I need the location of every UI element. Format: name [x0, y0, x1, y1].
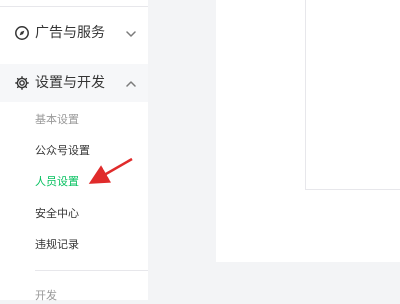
nav-group-label: 广告与服务 — [35, 25, 105, 41]
red-arrow-annotation — [88, 157, 133, 184]
chevron-down-icon — [124, 26, 138, 40]
gear-icon — [14, 75, 30, 91]
nav-group-label: 设置与开发 — [35, 75, 105, 91]
sidebar-item-account-settings[interactable]: 公众号设置 — [35, 143, 90, 159]
nav-group-settings-and-development[interactable]: 设置与开发 — [0, 64, 148, 102]
chevron-up-icon — [124, 76, 138, 90]
sidebar-item-violation-records[interactable]: 违规记录 — [35, 237, 79, 253]
sidebar-item-security-center[interactable]: 安全中心 — [35, 206, 79, 222]
sidebar-divider — [35, 270, 148, 271]
sidebar-item-staff-settings[interactable]: 人员设置 — [35, 174, 79, 190]
nav-group-ads-and-services[interactable]: 广告与服务 — [0, 14, 148, 52]
sidebar-top-divider — [0, 6, 148, 7]
sidebar-item-development[interactable]: 开发 — [35, 288, 57, 304]
left-sidebar: 广告与服务 设置与开发 基本设置 公众号设置 人员设置 安全中心 违规记录 开发 — [0, 0, 148, 302]
sidebar-item-basic-settings: 基本设置 — [35, 113, 79, 126]
compass-icon — [14, 25, 30, 41]
content-card — [305, 0, 400, 190]
